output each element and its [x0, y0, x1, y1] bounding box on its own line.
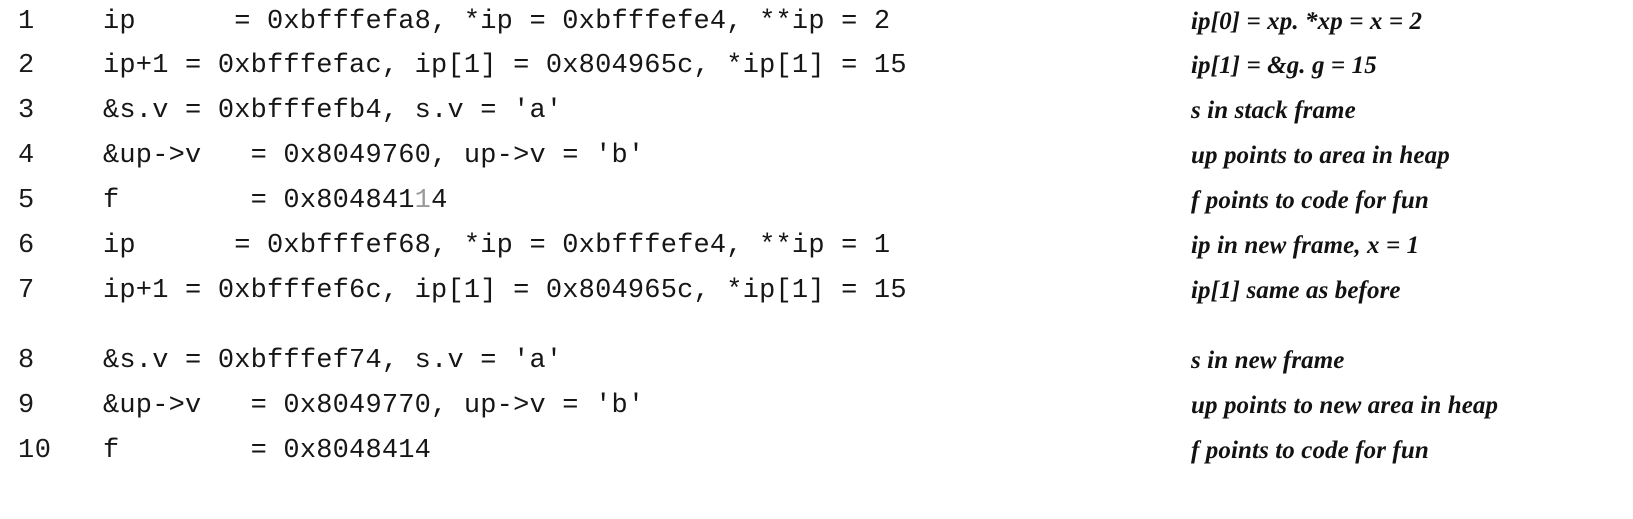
- annotation-text: ip in new frame, x = 1: [1191, 232, 1420, 259]
- line-number: 2: [18, 51, 35, 81]
- code-text-suffix: 4: [431, 186, 448, 216]
- code-text: &s.v = 0xbfffef74, s.v = 'a': [103, 346, 563, 376]
- code-text: ip = 0xbfffef68, *ip = 0xbfffefe4, **ip …: [103, 231, 891, 261]
- table-row: 5 f = 0x80484114 f points to code for fu…: [0, 179, 1633, 223]
- code-text: &s.v = 0xbfffefb4, s.v = 'a': [103, 96, 563, 126]
- table-row: 4 &up->v = 0x8049760, up->v = 'b' up poi…: [0, 134, 1633, 178]
- table-row: 1 ip = 0xbfffefa8, *ip = 0xbfffefe4, **i…: [0, 0, 1633, 44]
- annotation-text: f points to code for fun: [1191, 187, 1429, 214]
- line-number: 6: [18, 231, 35, 261]
- code-text: f = 0x8048414: [103, 436, 432, 466]
- line-number: 1: [18, 7, 35, 37]
- annotation-text: s in new frame: [1191, 347, 1345, 374]
- annotation-text: ip[1] = &g. g = 15: [1191, 52, 1377, 79]
- line-number: 4: [18, 141, 35, 171]
- code-text: ip = 0xbfffefa8, *ip = 0xbfffefe4, **ip …: [103, 7, 891, 37]
- code-text-faded-digit: 1: [414, 186, 432, 216]
- annotation-text: up points to area in heap: [1191, 142, 1450, 169]
- code-text: f = 0x80484114: [103, 179, 1183, 223]
- code-text: &up->v = 0x8049770, up->v = 'b': [103, 391, 645, 421]
- annotation-text: s in stack frame: [1191, 97, 1356, 124]
- table-row: 9 &up->v = 0x8049770, up->v = 'b' up poi…: [0, 384, 1633, 428]
- table-row: 6 ip = 0xbfffef68, *ip = 0xbfffefe4, **i…: [0, 224, 1633, 268]
- code-text-prefix: f = 0x804841: [103, 186, 415, 216]
- line-number: 3: [18, 96, 35, 126]
- line-number: 10: [18, 436, 52, 466]
- line-number: 5: [18, 186, 35, 216]
- pointer-trace-figure: 1 ip = 0xbfffefa8, *ip = 0xbfffefe4, **i…: [0, 0, 1633, 519]
- code-text: &up->v = 0x8049760, up->v = 'b': [103, 141, 645, 171]
- annotation-text: f points to code for fun: [1191, 437, 1429, 464]
- table-row: 8 &s.v = 0xbfffef74, s.v = 'a' s in new …: [0, 339, 1633, 383]
- annotation-text: ip[1] same as before: [1191, 277, 1401, 304]
- code-text: ip+1 = 0xbfffef6c, ip[1] = 0x804965c, *i…: [103, 276, 907, 306]
- line-number: 7: [18, 276, 35, 306]
- table-row: 7 ip+1 = 0xbfffef6c, ip[1] = 0x804965c, …: [0, 269, 1633, 313]
- table-row: 10 f = 0x8048414 f points to code for fu…: [0, 429, 1633, 473]
- line-number: 8: [18, 346, 35, 376]
- code-text: ip+1 = 0xbfffefac, ip[1] = 0x804965c, *i…: [103, 51, 907, 81]
- table-row: 2 ip+1 = 0xbfffefac, ip[1] = 0x804965c, …: [0, 44, 1633, 88]
- annotation-text: up points to new area in heap: [1191, 392, 1499, 419]
- table-row: 3 &s.v = 0xbfffefb4, s.v = 'a' s in stac…: [0, 89, 1633, 133]
- annotation-text: ip[0] = xp. *xp = x = 2: [1191, 8, 1423, 35]
- line-number: 9: [18, 391, 35, 421]
